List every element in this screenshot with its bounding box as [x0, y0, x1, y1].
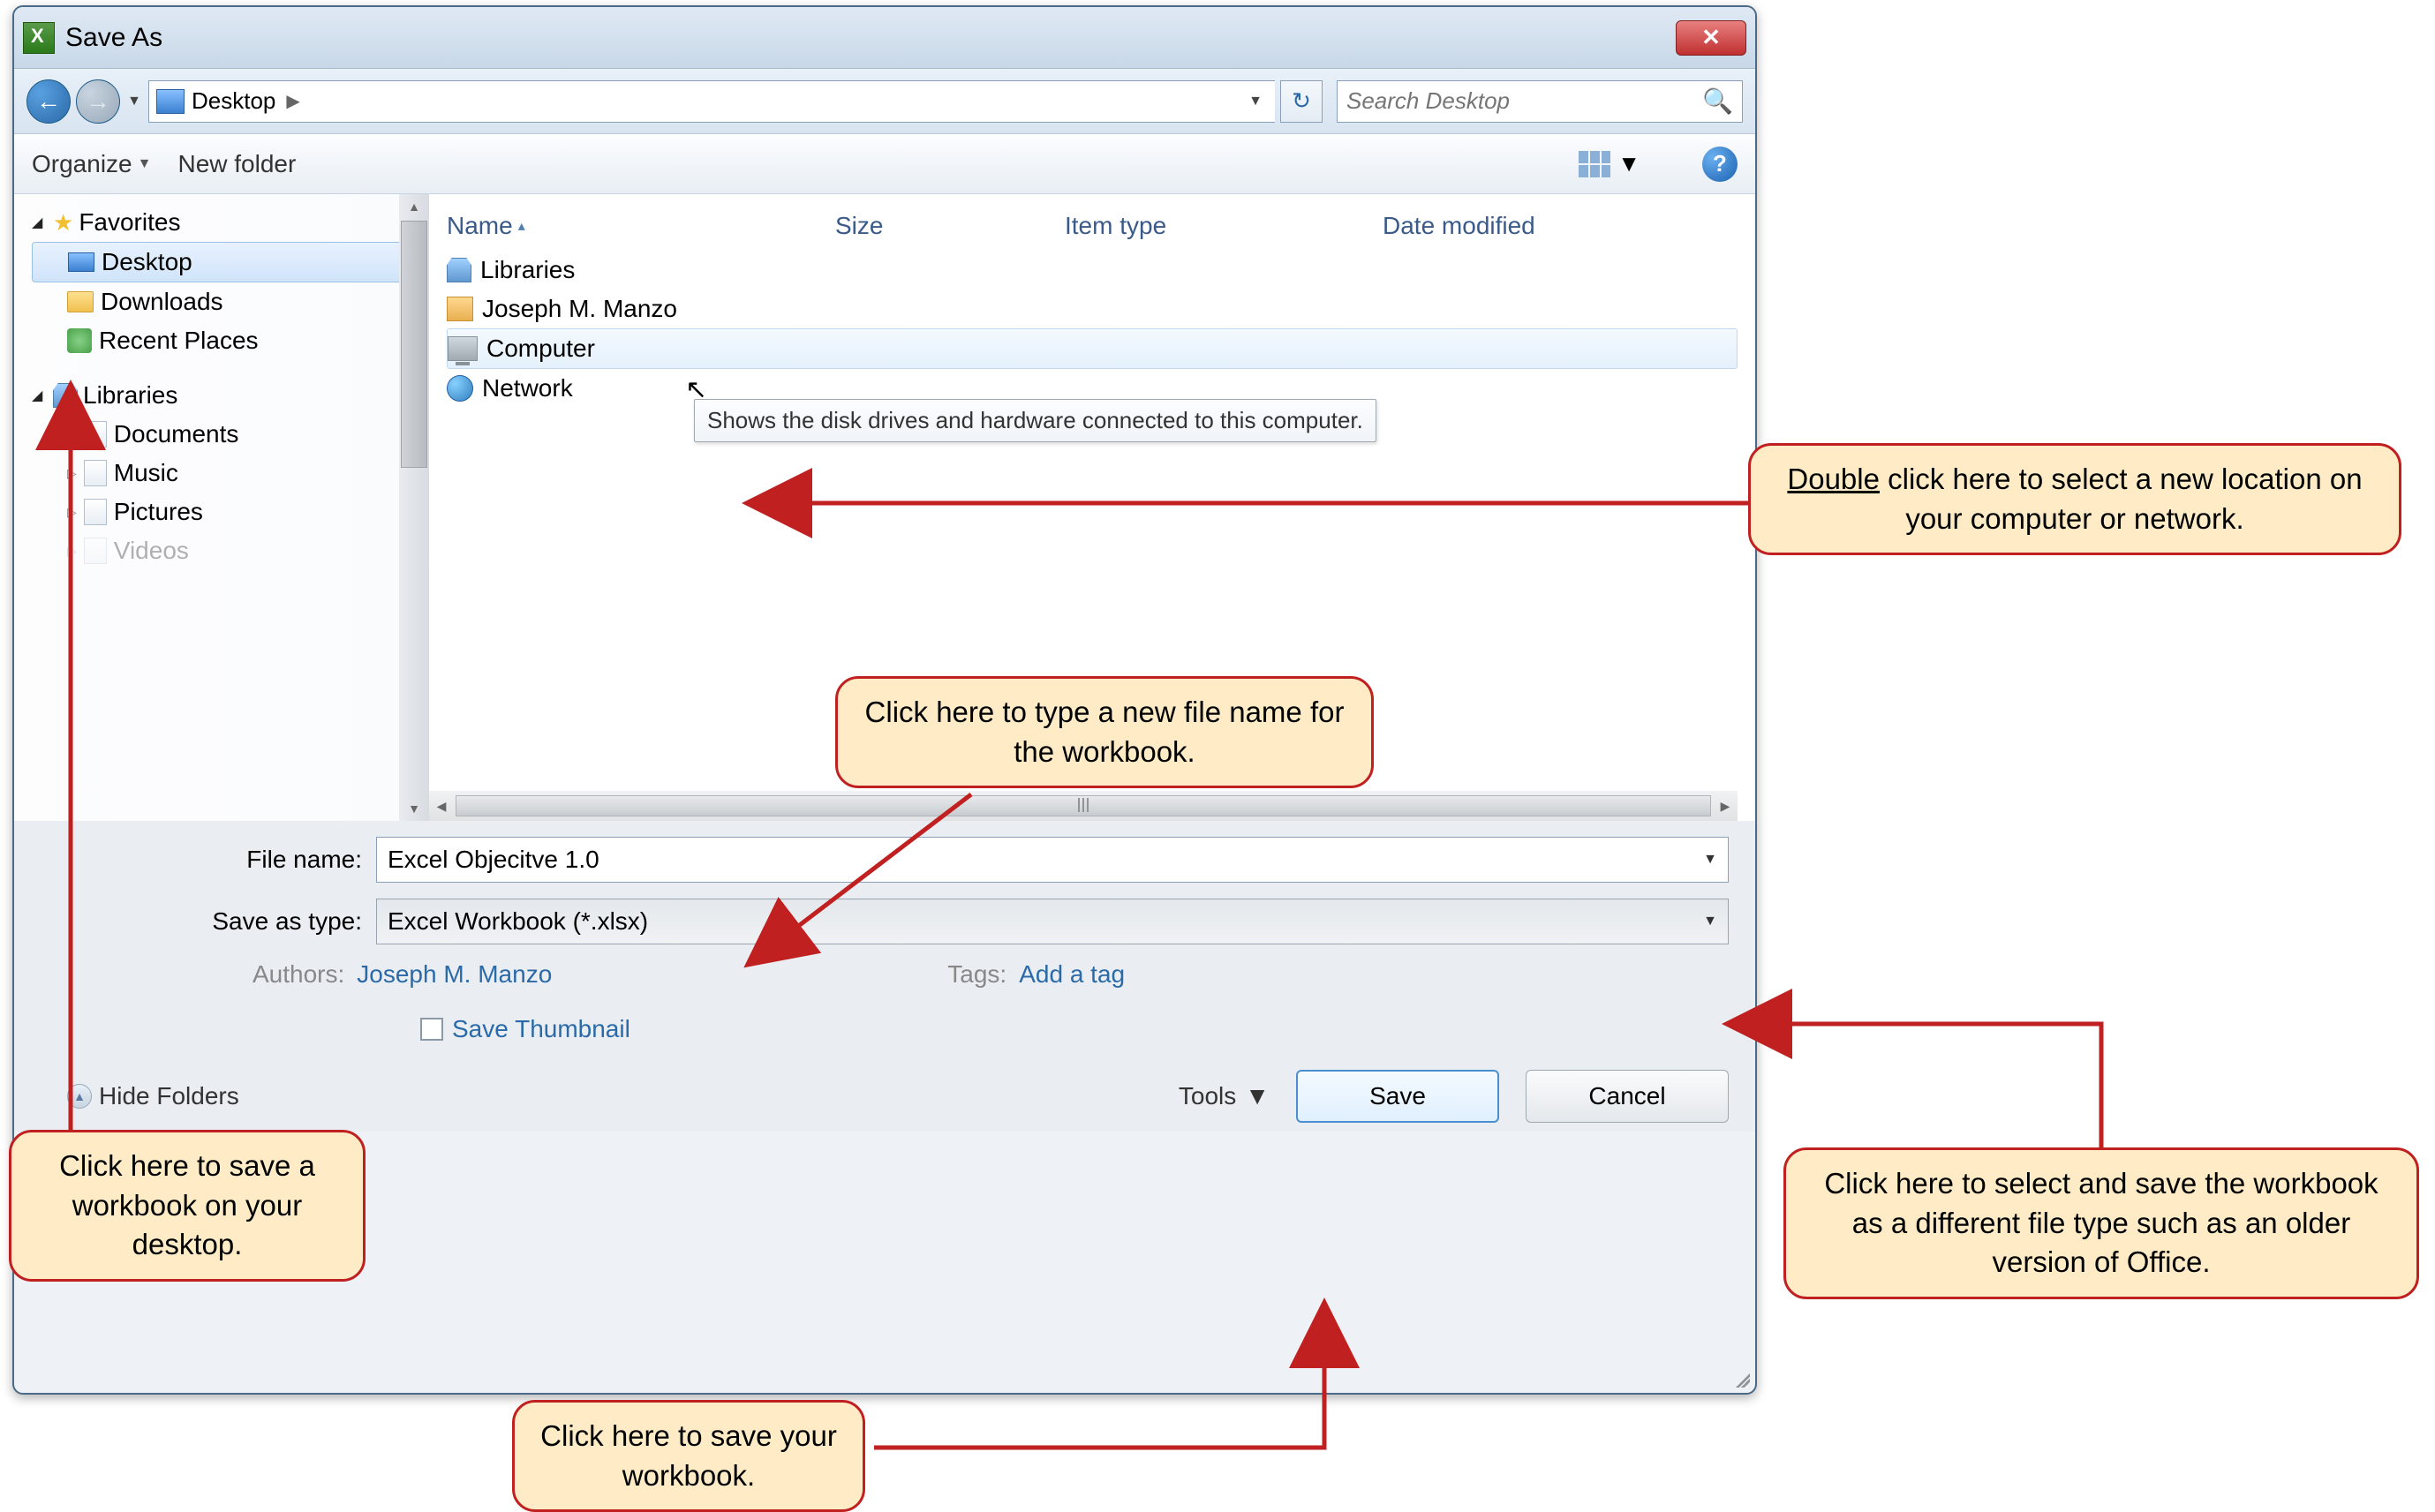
breadcrumb-arrow-icon[interactable]: ▶ — [283, 90, 303, 112]
resize-grip-icon[interactable] — [1732, 1370, 1750, 1388]
libraries-group[interactable]: ◢ Libraries — [32, 376, 429, 415]
scrollbar-thumb[interactable] — [401, 221, 427, 468]
sidebar-item-pictures[interactable]: ▷ Pictures — [32, 493, 429, 531]
disclosure-icon: ▷ — [67, 544, 77, 559]
pictures-icon — [84, 499, 107, 525]
libraries-icon — [53, 383, 78, 408]
back-button[interactable]: ← — [26, 79, 71, 124]
sort-ascending-icon: ▴ — [518, 217, 525, 235]
music-icon — [84, 460, 107, 486]
file-row-libraries[interactable]: Libraries — [447, 251, 1738, 290]
excel-icon — [23, 22, 55, 54]
tags-label: Tags: — [947, 960, 1006, 989]
folder-icon — [67, 291, 94, 312]
cancel-button[interactable]: Cancel — [1526, 1070, 1729, 1123]
location-text: Desktop — [192, 87, 275, 115]
callout-computer: Double click here to select a new locati… — [1748, 443, 2401, 555]
favorites-group[interactable]: ◢ ★ Favorites — [32, 203, 429, 242]
user-folder-icon — [447, 297, 473, 321]
sidebar-item-desktop[interactable]: Desktop — [32, 242, 429, 282]
authors-label: Authors: — [253, 960, 344, 989]
videos-icon — [84, 538, 107, 564]
scroll-down-icon[interactable]: ▼ — [399, 796, 429, 821]
scrollbar-thumb[interactable] — [456, 795, 1711, 816]
search-icon[interactable]: 🔍 — [1702, 87, 1733, 116]
disclosure-icon: ▷ — [67, 505, 77, 520]
view-grid-icon — [1579, 151, 1610, 177]
libraries-icon — [447, 258, 471, 282]
hide-folders-button[interactable]: ▲ Hide Folders — [67, 1082, 239, 1110]
sidebar-item-videos[interactable]: ▷ Videos — [32, 531, 429, 570]
tags-value[interactable]: Add a tag — [1019, 960, 1125, 989]
disclosure-icon: ◢ — [32, 387, 48, 404]
recent-icon — [67, 328, 92, 353]
column-headers: Name ▴ Size Item type Date modified — [447, 207, 1738, 251]
caret-down-icon: ▼ — [1617, 150, 1640, 177]
callout-save: Click here to save your workbook. — [512, 1400, 865, 1512]
caret-down-icon: ▼ — [1245, 1082, 1270, 1110]
close-button[interactable]: ✕ — [1676, 20, 1746, 56]
network-icon — [447, 375, 473, 402]
filename-input[interactable]: Excel Objecitve 1.0 ▼ — [376, 837, 1729, 883]
save-as-type-label: Save as type: — [41, 907, 376, 936]
titlebar: Save As ✕ — [14, 7, 1755, 69]
column-date-modified[interactable]: Date modified — [1383, 212, 1647, 240]
column-name[interactable]: Name ▴ — [447, 212, 835, 240]
organize-button[interactable]: Organize ▼ — [32, 150, 151, 178]
collapse-icon: ▲ — [67, 1084, 92, 1109]
star-icon: ★ — [53, 209, 73, 237]
desktop-icon — [68, 252, 94, 272]
dropdown-icon[interactable]: ▼ — [1703, 914, 1717, 929]
sidebar-item-music[interactable]: ▷ Music — [32, 454, 429, 493]
desktop-icon — [156, 89, 185, 114]
sidebar-item-downloads[interactable]: Downloads — [32, 282, 429, 321]
save-thumbnail-checkbox[interactable] — [420, 1018, 443, 1041]
navigation-pane: ◢ ★ Favorites Desktop Downloads Recent P… — [14, 194, 429, 821]
save-as-type-dropdown[interactable]: Excel Workbook (*.xlsx) ▼ — [376, 899, 1729, 944]
computer-icon — [448, 336, 478, 361]
dropdown-icon[interactable]: ▼ — [1703, 852, 1717, 868]
view-options-button[interactable]: ▼ — [1579, 150, 1640, 177]
caret-down-icon: ▼ — [138, 156, 152, 172]
toolbar: Organize ▼ New folder ▼ ? — [14, 134, 1755, 194]
address-bar[interactable]: Desktop ▶ ▼ — [148, 80, 1275, 123]
navbar: ← → ▼ Desktop ▶ ▼ ↻ 🔍 — [14, 69, 1755, 134]
column-size[interactable]: Size — [835, 212, 1065, 240]
help-button[interactable]: ? — [1702, 147, 1738, 182]
authors-value[interactable]: Joseph M. Manzo — [357, 960, 552, 989]
dialog-title: Save As — [65, 23, 1676, 53]
refresh-button[interactable]: ↻ — [1280, 80, 1323, 123]
tooltip: Shows the disk drives and hardware conne… — [694, 399, 1376, 442]
disclosure-icon: ▷ — [67, 466, 77, 481]
address-dropdown-icon[interactable]: ▼ — [1243, 94, 1268, 109]
scroll-right-icon[interactable]: ▶ — [1713, 799, 1738, 814]
column-item-type[interactable]: Item type — [1065, 212, 1383, 240]
file-row-user[interactable]: Joseph M. Manzo — [447, 290, 1738, 328]
callout-filename: Click here to type a new file name for t… — [835, 676, 1374, 788]
search-box[interactable]: 🔍 — [1337, 80, 1743, 123]
new-folder-button[interactable]: New folder — [177, 150, 296, 178]
sidebar-scrollbar[interactable]: ▲ ▼ — [399, 194, 429, 821]
nav-history-dropdown[interactable]: ▼ — [125, 84, 143, 119]
horizontal-scrollbar[interactable]: ◀ ▶ — [429, 791, 1738, 821]
scroll-left-icon[interactable]: ◀ — [429, 799, 454, 814]
document-icon — [84, 421, 107, 448]
search-input[interactable] — [1346, 87, 1702, 115]
file-row-computer[interactable]: Computer — [447, 328, 1738, 369]
disclosure-icon: ▷ — [67, 427, 77, 442]
save-button[interactable]: Save — [1296, 1070, 1499, 1123]
callout-filetype: Click here to select and save the workbo… — [1783, 1147, 2419, 1299]
save-thumbnail-label[interactable]: Save Thumbnail — [452, 1015, 630, 1043]
scroll-up-icon[interactable]: ▲ — [399, 194, 429, 219]
callout-desktop: Click here to save a workbook on your de… — [9, 1130, 366, 1282]
sidebar-item-recent-places[interactable]: Recent Places — [32, 321, 429, 360]
save-form: File name: Excel Objecitve 1.0 ▼ Save as… — [14, 821, 1755, 1132]
sidebar-item-documents[interactable]: ▷ Documents — [32, 415, 429, 454]
forward-button[interactable]: → — [76, 79, 120, 124]
disclosure-icon: ◢ — [32, 214, 48, 231]
filename-label: File name: — [41, 846, 376, 874]
tools-dropdown[interactable]: Tools ▼ — [1179, 1082, 1270, 1110]
